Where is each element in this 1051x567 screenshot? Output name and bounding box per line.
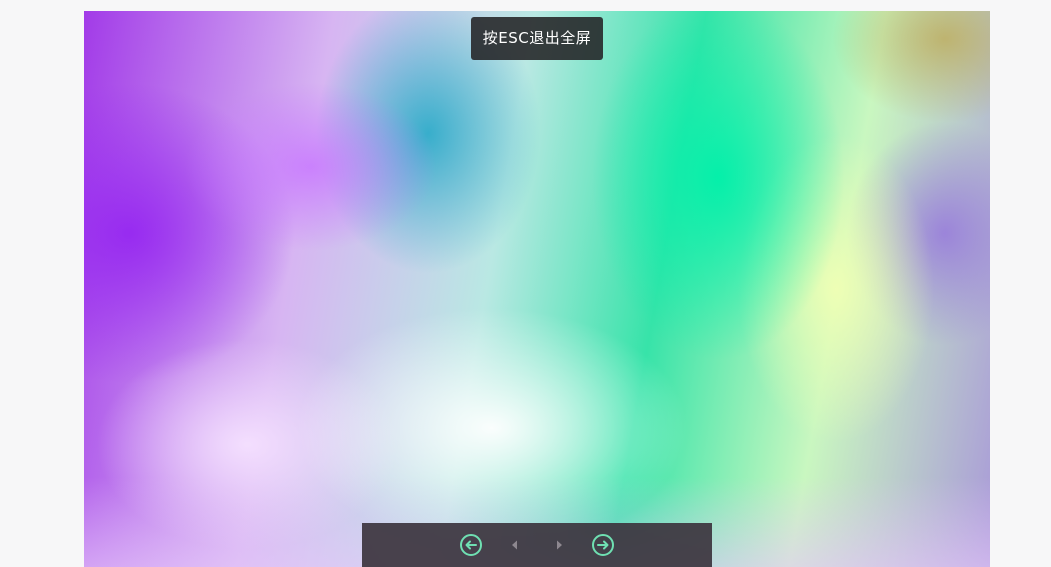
- slide-controls-bar: [362, 523, 712, 567]
- exit-fullscreen-hint: 按ESC退出全屏: [471, 17, 603, 60]
- next-slide-button[interactable]: [547, 533, 571, 557]
- arrow-right-circle-icon: [592, 534, 614, 556]
- last-slide-button[interactable]: [591, 533, 615, 557]
- gradient-wallpaper: [84, 11, 990, 567]
- arrow-left-circle-icon: [460, 534, 482, 556]
- first-slide-button[interactable]: [459, 533, 483, 557]
- triangle-right-icon: [557, 540, 562, 550]
- triangle-left-icon: [512, 540, 517, 550]
- previous-slide-button[interactable]: [503, 533, 527, 557]
- fullscreen-viewer: 按ESC退出全屏: [0, 0, 1051, 567]
- slide-image: [84, 11, 990, 567]
